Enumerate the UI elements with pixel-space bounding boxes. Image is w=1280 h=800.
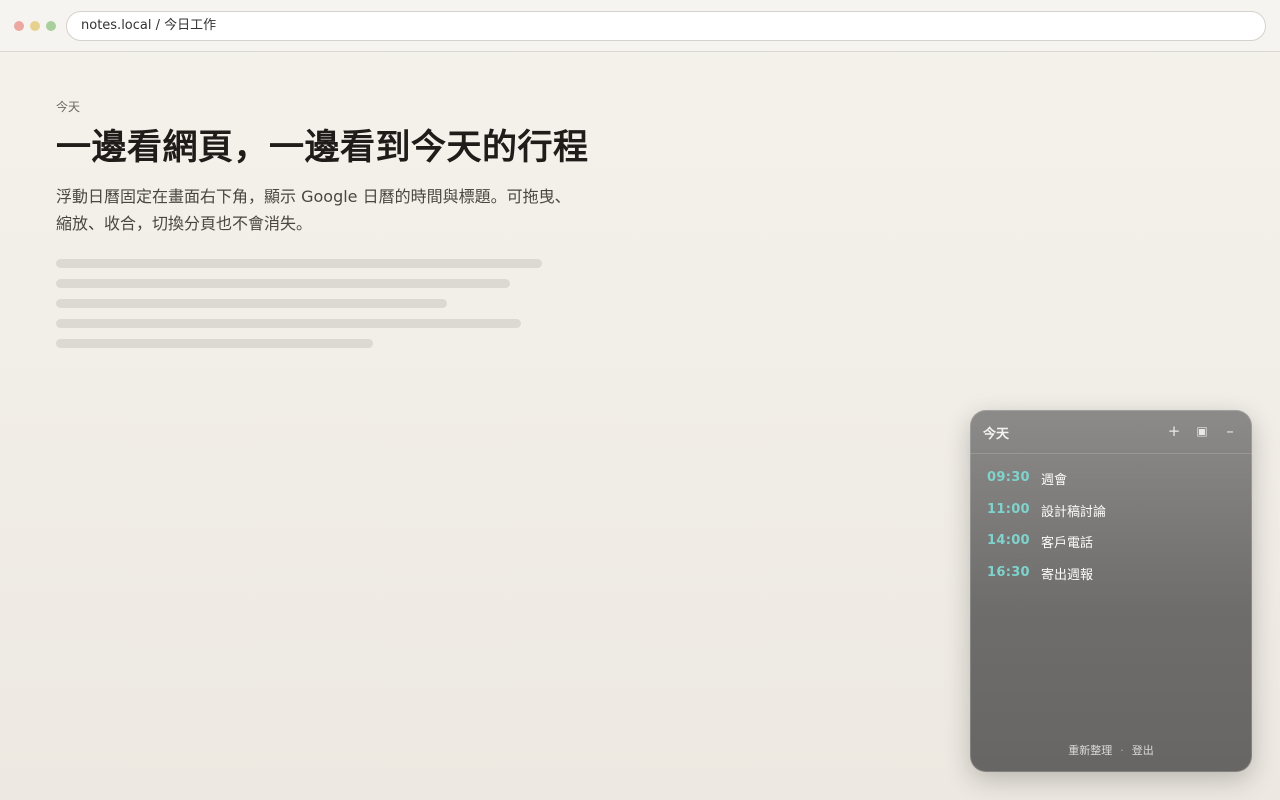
event-title: 週會 xyxy=(1041,473,1068,488)
event-time: 14:00 xyxy=(987,533,1030,549)
address-bar[interactable]: notes.local / 今日工作 xyxy=(66,11,1266,41)
skeleton-line xyxy=(56,339,373,348)
floating-calendar-widget[interactable]: 今天 + ▣ – 09:30 週會 11:00 設計稿討論 14:00 客戶電話… xyxy=(970,410,1252,772)
browser-toolbar: notes.local / 今日工作 xyxy=(0,0,1280,52)
event-list: 09:30 週會 11:00 設計稿討論 14:00 客戶電話 16:30 寄出… xyxy=(970,464,1252,591)
event-item[interactable]: 14:00 客戶電話 xyxy=(970,527,1252,559)
event-title: 客戶電話 xyxy=(1041,536,1094,552)
widget-footer: 重新整理 · 登出 xyxy=(970,742,1252,758)
minimize-icon[interactable]: – xyxy=(1219,420,1241,442)
skeleton-line xyxy=(56,319,521,328)
page-title: 一邊看網頁，一邊看到今天的行程 xyxy=(56,128,589,168)
page-description: 浮動日曆固定在畫面右下角，顯示 Google 日曆的時間與標題。可拖曳、縮放、收… xyxy=(56,187,571,233)
skeleton-line xyxy=(56,299,447,308)
event-item[interactable]: 16:30 寄出週報 xyxy=(970,559,1252,591)
event-time: 09:30 xyxy=(987,470,1030,485)
widget-header[interactable]: 今天 + ▣ – xyxy=(970,410,1252,454)
widget-title: 今天 xyxy=(983,427,1010,442)
footer-separator: · xyxy=(1120,744,1124,757)
skeleton-placeholder xyxy=(56,259,596,348)
square-icon[interactable]: ▣ xyxy=(1191,420,1213,442)
add-icon[interactable]: + xyxy=(1163,420,1185,442)
skeleton-line xyxy=(56,259,542,268)
page-eyebrow: 今天 xyxy=(56,100,81,114)
event-title: 寄出週報 xyxy=(1041,568,1094,584)
close-window-icon[interactable] xyxy=(14,21,24,31)
event-item[interactable]: 11:00 設計稿討論 xyxy=(970,496,1252,528)
event-time: 16:30 xyxy=(987,565,1030,581)
event-title: 設計稿討論 xyxy=(1041,504,1107,520)
skeleton-line xyxy=(56,279,510,288)
minimize-window-icon[interactable] xyxy=(30,21,40,31)
logout-button[interactable]: 登出 xyxy=(1132,744,1154,757)
event-time: 11:00 xyxy=(987,501,1030,517)
event-item[interactable]: 09:30 週會 xyxy=(970,464,1252,496)
main-content: 今天 一邊看網頁，一邊看到今天的行程 浮動日曆固定在畫面右下角，顯示 Googl… xyxy=(56,98,596,359)
maximize-window-icon[interactable] xyxy=(46,21,56,31)
refresh-button[interactable]: 重新整理 xyxy=(1068,744,1112,757)
